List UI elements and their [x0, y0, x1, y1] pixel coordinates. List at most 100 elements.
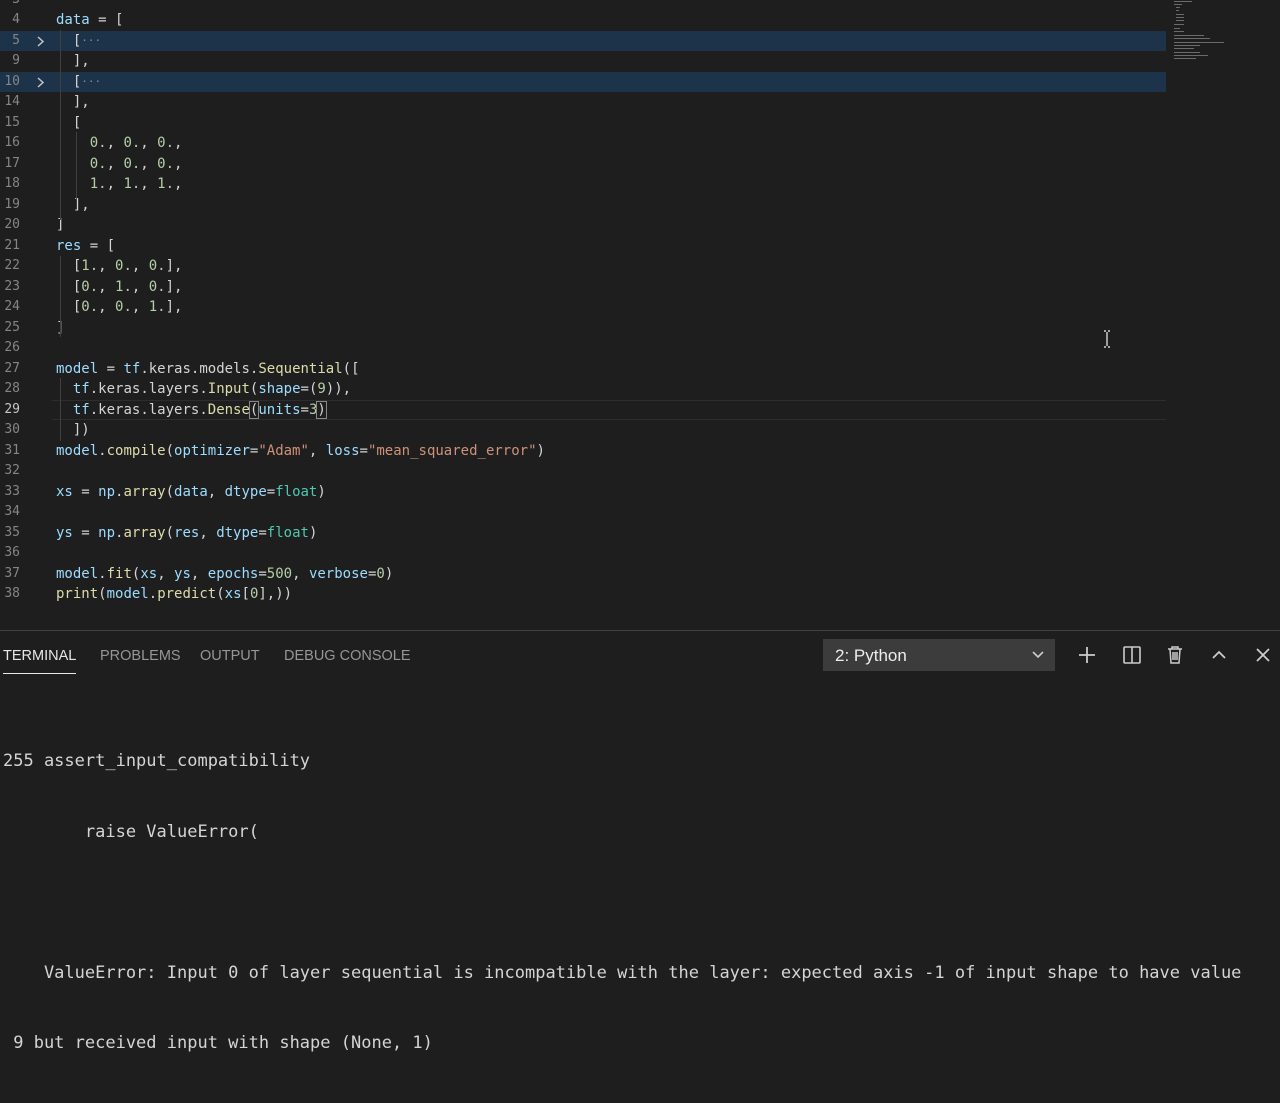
terminal-select[interactable]: 2: Python	[823, 639, 1055, 671]
chevron-up-icon[interactable]	[1207, 643, 1231, 667]
split-icon[interactable]	[1120, 643, 1144, 667]
code-line[interactable]: 23 [0., 1., 0.],	[0, 277, 1166, 297]
code-text: ],	[56, 53, 90, 69]
code-text: model.compile(optimizer="Adam", loss="me…	[56, 442, 545, 459]
code-text: ],	[56, 196, 90, 213]
terminal-line: 255 assert_input_compatibility	[3, 751, 311, 771]
code-line[interactable]: 26	[0, 338, 1166, 358]
line-number: 16	[4, 135, 20, 150]
code-line[interactable]: 27 model = tf.keras.models.Sequential([	[0, 359, 1166, 379]
indent-guide	[60, 378, 61, 441]
code-text: 0., 0., 0.,	[89, 155, 183, 172]
code-line[interactable]: 37 model.fit(xs, ys, epochs=500, verbose=…	[0, 564, 1166, 584]
close-icon[interactable]	[1251, 643, 1275, 667]
code-line[interactable]: 20]	[0, 215, 1166, 235]
code-line[interactable]: 4 data = [	[0, 10, 1166, 30]
code-line[interactable]: 18 1., 1., 1.,	[0, 174, 1166, 194]
line-number: 38	[4, 586, 20, 601]
code-line[interactable]: 33 xs = np.array(data, dtype=float)	[0, 482, 1166, 502]
code-text: [1., 0., 0.],	[56, 258, 183, 274]
line-number: 10	[4, 73, 20, 89]
code-line[interactable]: 36	[0, 543, 1166, 563]
code-line[interactable]: 16 0., 0., 0.,	[0, 133, 1166, 153]
line-number: 35	[4, 524, 20, 540]
code-text: 0., 0., 0.,	[89, 135, 183, 151]
code-line[interactable]: 9 ],	[0, 51, 1166, 71]
line-number: 15	[4, 114, 20, 130]
line-number: 21	[4, 237, 20, 253]
line-number: 29	[4, 401, 20, 417]
code-line[interactable]: 14 ],	[0, 92, 1166, 112]
terminal-line: ​	[3, 891, 1241, 915]
code-text: [···	[56, 32, 102, 49]
code-line[interactable]: 30 ])	[0, 420, 1166, 440]
line-number: 30	[4, 422, 20, 437]
code-line[interactable]: 24 [0., 0., 1.],	[0, 297, 1166, 317]
code-line[interactable]: 34	[0, 502, 1166, 522]
code-line[interactable]: 17 0., 0., 0.,	[0, 154, 1166, 174]
terminal-select-value: 2: Python	[835, 646, 907, 665]
chevron-down-icon	[1032, 651, 1044, 659]
code-text: [0., 1., 0.],	[56, 278, 183, 295]
minimap-preview	[1174, 1, 1224, 59]
line-number: 5	[12, 32, 20, 48]
line-number: 22	[4, 258, 20, 273]
terminal-line: 9 but received input with shape (None, 1…	[3, 1033, 433, 1053]
code-text: ys = np.array(res, dtype=float)	[56, 524, 318, 541]
line-number: 4	[12, 12, 20, 27]
line-number: 28	[4, 381, 20, 396]
text-cursor-icon	[1104, 330, 1110, 348]
line-number: 23	[4, 278, 20, 294]
tab-debug-console[interactable]: DEBUG CONSOLE	[284, 647, 411, 665]
code-text: tf.keras.layers.Input(shape=(9)),	[72, 381, 352, 397]
trash-icon[interactable]	[1163, 643, 1187, 667]
code-line[interactable]: 22 [1., 0., 0.],	[0, 256, 1166, 276]
code-text: ])	[56, 422, 90, 438]
code-line[interactable]: 32	[0, 461, 1166, 481]
code-text: data = [	[56, 12, 124, 28]
line-number: 9	[12, 53, 20, 68]
tab-problems[interactable]: PROBLEMS	[100, 647, 181, 665]
code-editor[interactable]: 34data = [5 [···9 ],10 [···14 ],15 [16 0…	[0, 0, 1280, 630]
line-number: 27	[4, 360, 20, 376]
indent-guide	[60, 256, 61, 337]
minimap[interactable]	[1166, 0, 1280, 630]
line-number: 20	[4, 217, 20, 232]
line-number: 24	[4, 299, 20, 314]
chevron-right-icon[interactable]	[34, 35, 47, 48]
code-line[interactable]: 38 print(model.predict(xs[0],))	[0, 584, 1166, 604]
line-number: 14	[4, 94, 20, 109]
line-number: 17	[4, 155, 20, 171]
code-line[interactable]: 31 model.compile(optimizer="Adam", loss="…	[0, 441, 1166, 461]
code-line[interactable]: 28 tf.keras.layers.Input(shape=(9)),	[0, 379, 1166, 399]
line-number: 37	[4, 565, 20, 581]
code-text: model.fit(xs, ys, epochs=500, verbose=0)	[56, 565, 394, 582]
plus-icon[interactable]	[1075, 643, 1099, 667]
line-number: 26	[4, 340, 20, 355]
line-number: 3	[0, 0, 20, 10]
code-text: [0., 0., 1.],	[56, 299, 183, 315]
tab-output[interactable]: OUTPUT	[200, 647, 260, 665]
code-text: tf.keras.layers.Dense(units=3)	[72, 400, 327, 419]
code-line[interactable]: 15 [	[0, 113, 1166, 133]
code-line[interactable]: 5 [···	[0, 30, 1166, 51]
code-line[interactable]: 29 tf.keras.layers.Dense(units=3)	[0, 399, 1166, 420]
line-number: 36	[4, 545, 20, 560]
line-number: 19	[4, 196, 20, 212]
code-text: print(model.predict(xs[0],))	[56, 586, 293, 602]
chevron-right-icon[interactable]	[34, 76, 47, 89]
line-number: 32	[4, 463, 20, 478]
code-text: res = [	[56, 237, 116, 254]
terminal-output[interactable]: 255 assert_input_compatibility raise Val…	[3, 703, 1241, 1103]
tab-terminal[interactable]: TERMINAL	[3, 647, 77, 674]
code-line[interactable]: 35 ys = np.array(res, dtype=float)	[0, 523, 1166, 543]
code-line[interactable]: 3	[0, 0, 1166, 10]
line-number: 18	[4, 176, 20, 191]
code-line[interactable]: 21 res = [	[0, 236, 1166, 256]
terminal-panel: TERMINAL PROBLEMS OUTPUT DEBUG CONSOLE 2…	[0, 630, 1280, 1053]
indent-guide	[76, 132, 77, 200]
code-text: 1., 1., 1.,	[89, 176, 183, 192]
code-line[interactable]: 19 ],	[0, 195, 1166, 215]
code-line[interactable]: 25]	[0, 318, 1166, 338]
code-line[interactable]: 10 [···	[0, 71, 1166, 92]
